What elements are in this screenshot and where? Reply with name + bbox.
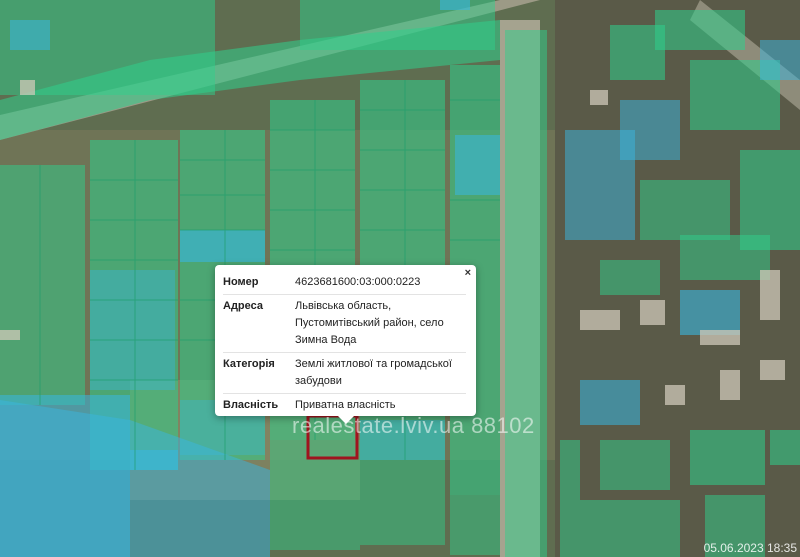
category-label: Категорія (223, 358, 275, 370)
close-popup-button[interactable]: × (465, 268, 471, 279)
ownership-label: Власність (223, 399, 279, 411)
parcel-info-table: Номер 4623681600:03:000:0223 Адреса Льві… (223, 271, 466, 417)
parcel-info-popup: × Номер 4623681600:03:000:0223 Адреса Ль… (215, 265, 476, 424)
watermark: realestate.lviv.ua 88102 (292, 413, 535, 438)
address-label: Адреса (223, 300, 263, 312)
category-value: Землі житлової та громадської забудови (295, 358, 452, 387)
parcel-road-strip (505, 30, 547, 557)
row-address: Адреса Львівська область, Пустомитівськи… (223, 295, 466, 353)
timestamp: 05.06.2023 18:35 (703, 541, 797, 555)
number-value: 4623681600:03:000:0223 (295, 276, 421, 288)
address-value: Львівська область, Пустомитівський район… (295, 300, 444, 346)
number-label: Номер (223, 276, 259, 288)
row-number: Номер 4623681600:03:000:0223 (223, 271, 466, 295)
row-category: Категорія Землі житлової та громадської … (223, 353, 466, 394)
